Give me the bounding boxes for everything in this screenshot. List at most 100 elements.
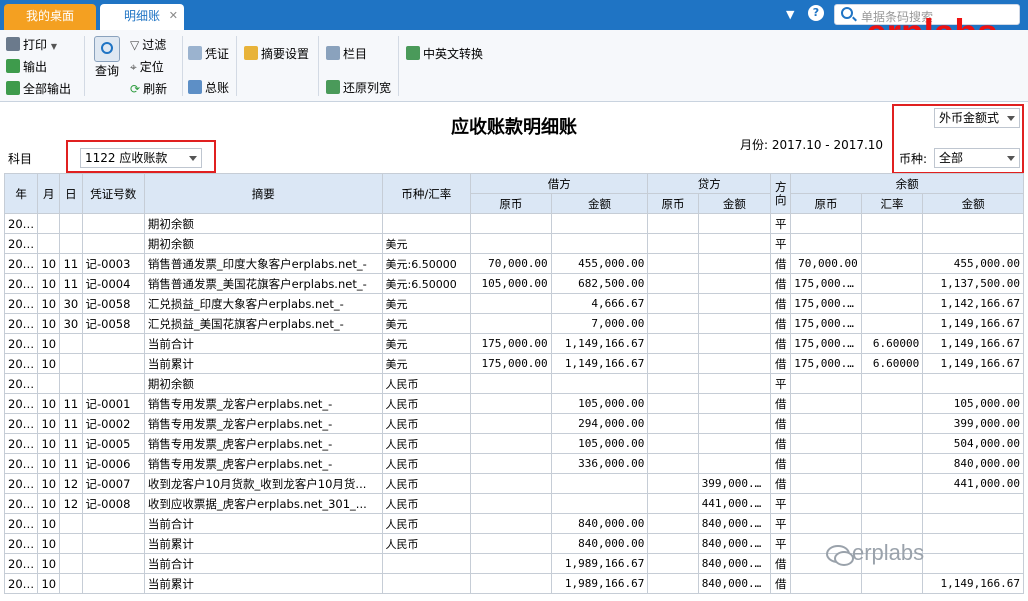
- table-row[interactable]: 2017 10 当前累计 1,989,166.67 840,000.00 借 1,149,1…: [3, 573, 1024, 594]
- table-row[interactable]: 2017 10 11 记-0002 销售专用发票_龙客户erplabs.net_- 人民币…: [3, 413, 1024, 434]
- table-row[interactable]: 2017 10 12 记-0008 收到应收票据_虎客户erplabs.net_301_…: [3, 493, 1024, 514]
- cell-currency: 人民币: [381, 433, 472, 454]
- cell-balance-rate: [860, 373, 924, 394]
- table-row[interactable]: 2017 10 12 记-0007 收到龙客户10月货款_收到龙客户10月货... 人民币…: [3, 473, 1024, 494]
- cell-direction: 借: [770, 333, 792, 354]
- cell-currency: 人民币: [381, 413, 472, 434]
- table-row[interactable]: 2017 期初余额 美元 平: [3, 233, 1024, 254]
- table-row[interactable]: 2017 10 11 记-0004 销售普通发票_美国花旗客户erplabs.net_-…: [3, 273, 1024, 294]
- cell-debit-orig: [470, 493, 552, 514]
- cell-credit-orig: [647, 293, 699, 314]
- cell-month: 10: [37, 553, 61, 574]
- currency-select[interactable]: 全部: [934, 148, 1020, 168]
- cell-summary: 销售专用发票_虎客户erplabs.net_-: [143, 453, 383, 474]
- cell-debit-orig: [470, 393, 552, 414]
- summary-settings-button[interactable]: 摘要设置: [244, 44, 309, 64]
- cell-credit-orig: [647, 533, 699, 554]
- table-row[interactable]: 2017 10 30 记-0058 汇兑损益_印度大象客户erplabs.net_- 美元…: [3, 293, 1024, 314]
- query-icon: [94, 36, 120, 62]
- cell-balance-orig: [790, 473, 862, 494]
- cell-debit-orig: [470, 573, 552, 594]
- cell-day: 11: [59, 253, 83, 274]
- cell-voucher-no: 记-0003: [81, 253, 145, 274]
- format-select[interactable]: 外币金额式: [934, 108, 1020, 128]
- help-icon[interactable]: ?: [808, 5, 824, 21]
- cell-currency: [381, 553, 472, 574]
- table-row[interactable]: 2017 10 11 记-0001 销售专用发票_龙客户erplabs.net_- 人民币…: [3, 393, 1024, 414]
- locate-button[interactable]: ⌖ 定位: [130, 57, 164, 77]
- cell-voucher-no: [81, 373, 145, 394]
- cell-balance-rate: 6.60000: [860, 353, 924, 374]
- export-button[interactable]: 输出: [6, 57, 47, 77]
- cell-month: 10: [37, 293, 61, 314]
- cell-summary: 当前合计: [143, 553, 383, 574]
- cell-direction: 平: [770, 513, 792, 534]
- cell-month: 10: [37, 433, 61, 454]
- tab-detail-ledger[interactable]: 明细账 ✕: [100, 4, 184, 30]
- cell-credit-amount: 840,000.00: [697, 553, 772, 574]
- ledger-button[interactable]: 总账: [188, 78, 229, 98]
- cell-month: 10: [37, 353, 61, 374]
- cell-day: [59, 213, 83, 234]
- cell-credit-amount: [697, 253, 772, 274]
- cell-direction: 借: [770, 313, 792, 334]
- voucher-button[interactable]: 凭证: [188, 44, 229, 64]
- table-row[interactable]: 2017 10 11 记-0006 销售专用发票_虎客户erplabs.net_- 人民币…: [3, 453, 1024, 474]
- table-row[interactable]: 2017 10 当前合计 人民币 840,000.00 840,000.00 平: [3, 513, 1024, 534]
- cell-credit-orig: [647, 213, 699, 234]
- restore-width-button[interactable]: 还原列宽: [326, 78, 391, 98]
- query-button[interactable]: 查询: [92, 34, 122, 90]
- close-tab-icon[interactable]: ✕: [169, 4, 178, 28]
- tab-desktop[interactable]: 我的桌面: [4, 4, 96, 30]
- cell-currency: 美元:6.50000: [381, 273, 472, 294]
- cell-balance-orig: [790, 573, 862, 594]
- cell-balance-amount: 455,000.00: [922, 253, 1024, 274]
- cell-summary: 收到龙客户10月货款_收到龙客户10月货...: [143, 473, 383, 494]
- table-row[interactable]: 2017 10 30 记-0058 汇兑损益_美国花旗客户erplabs.net_- 美元…: [3, 313, 1024, 334]
- cell-debit-amount: 294,000.00: [550, 413, 649, 434]
- cell-voucher-no: [81, 513, 145, 534]
- header-debit-amount: 金额: [550, 193, 649, 214]
- cell-balance-amount: 1,149,166.67: [922, 333, 1024, 354]
- cell-balance-amount: 1,149,166.67: [922, 573, 1024, 594]
- cell-balance-orig: [790, 513, 862, 534]
- cell-direction: 借: [770, 453, 792, 474]
- cell-direction: 借: [770, 293, 792, 314]
- export-all-button[interactable]: 全部输出: [6, 79, 71, 99]
- columns-button[interactable]: 栏目: [326, 44, 367, 64]
- cell-year: 2017: [3, 413, 39, 434]
- cell-balance-rate: [860, 293, 924, 314]
- cell-direction: 借: [770, 413, 792, 434]
- table-row[interactable]: 2017 10 当前合计 美元 175,000.00 1,149,166.67 借 175,0…: [3, 333, 1024, 354]
- cell-day: [59, 333, 83, 354]
- cell-credit-amount: 441,000.00: [697, 493, 772, 514]
- query-label: 查询: [94, 64, 119, 78]
- search-icon: [841, 7, 853, 19]
- header-credit-amount: 金额: [697, 193, 772, 214]
- subject-select[interactable]: 1122 应收账款: [80, 148, 202, 168]
- cell-debit-amount: 682,500.00: [550, 273, 649, 294]
- cell-debit-orig: 70,000.00: [470, 253, 552, 274]
- table-row[interactable]: 2017 期初余额 人民币 平: [3, 373, 1024, 394]
- table-row[interactable]: 2017 期初余额 平: [3, 213, 1024, 234]
- cn-en-button[interactable]: 中英文转换: [406, 44, 483, 64]
- cell-credit-orig: [647, 553, 699, 574]
- separator: [236, 36, 237, 96]
- refresh-button[interactable]: ⟳ 刷新: [130, 79, 167, 99]
- cell-month: 10: [37, 273, 61, 294]
- filter-button[interactable]: ▽ 过滤: [130, 35, 166, 55]
- print-button[interactable]: 打印 ▼: [6, 35, 57, 55]
- ledger-icon: [188, 80, 202, 94]
- printer-icon: [6, 37, 20, 51]
- table-row[interactable]: 2017 10 11 记-0005 销售专用发票_虎客户erplabs.net_- 人民币…: [3, 433, 1024, 454]
- subject-label: 科目: [8, 152, 33, 166]
- cell-year: 2017: [3, 233, 39, 254]
- cell-balance-rate: [860, 233, 924, 254]
- table-row[interactable]: 2017 10 11 记-0003 销售普通发票_印度大象客户erplabs.net_-…: [3, 253, 1024, 274]
- cell-voucher-no: 记-0004: [81, 273, 145, 294]
- cell-month: 10: [37, 473, 61, 494]
- cell-balance-amount: 504,000.00: [922, 433, 1024, 454]
- cell-debit-amount: 1,989,166.67: [550, 573, 649, 594]
- dropdown-arrow-icon[interactable]: ▼: [786, 8, 794, 21]
- table-row[interactable]: 2017 10 当前累计 美元 175,000.00 1,149,166.67 借 175,0…: [3, 353, 1024, 374]
